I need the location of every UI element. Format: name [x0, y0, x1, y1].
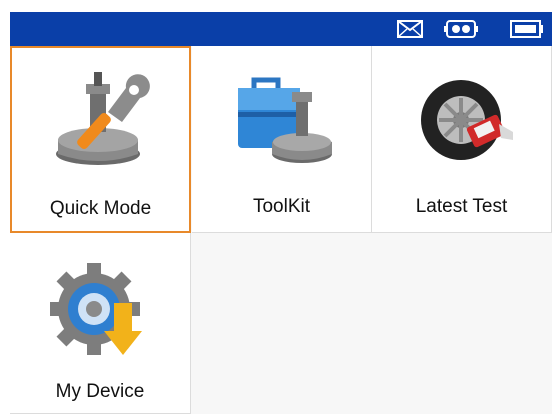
toolkit-tile[interactable]: ToolKit [192, 46, 372, 233]
my-device-label: My Device [55, 381, 145, 402]
empty-tile [192, 233, 372, 414]
battery-icon [510, 20, 543, 38]
my-device-icon [50, 263, 142, 355]
vehicle-link-icon [444, 20, 478, 38]
main-menu-grid: Quick Mode ToolKit Latest Test My Device [10, 46, 552, 414]
toolkit-label: ToolKit [252, 196, 311, 217]
quick-mode-icon [56, 72, 150, 165]
my-device-tile[interactable]: My Device [10, 233, 191, 414]
empty-tile [372, 233, 552, 414]
mail-icon [397, 20, 423, 38]
latest-test-icon [421, 80, 513, 160]
latest-test-label: Latest Test [415, 196, 508, 217]
status-bar [10, 12, 552, 46]
toolkit-icon [238, 77, 332, 163]
latest-test-tile[interactable]: Latest Test [372, 46, 552, 233]
quick-mode-tile[interactable]: Quick Mode [10, 46, 191, 233]
quick-mode-label: Quick Mode [49, 198, 152, 219]
